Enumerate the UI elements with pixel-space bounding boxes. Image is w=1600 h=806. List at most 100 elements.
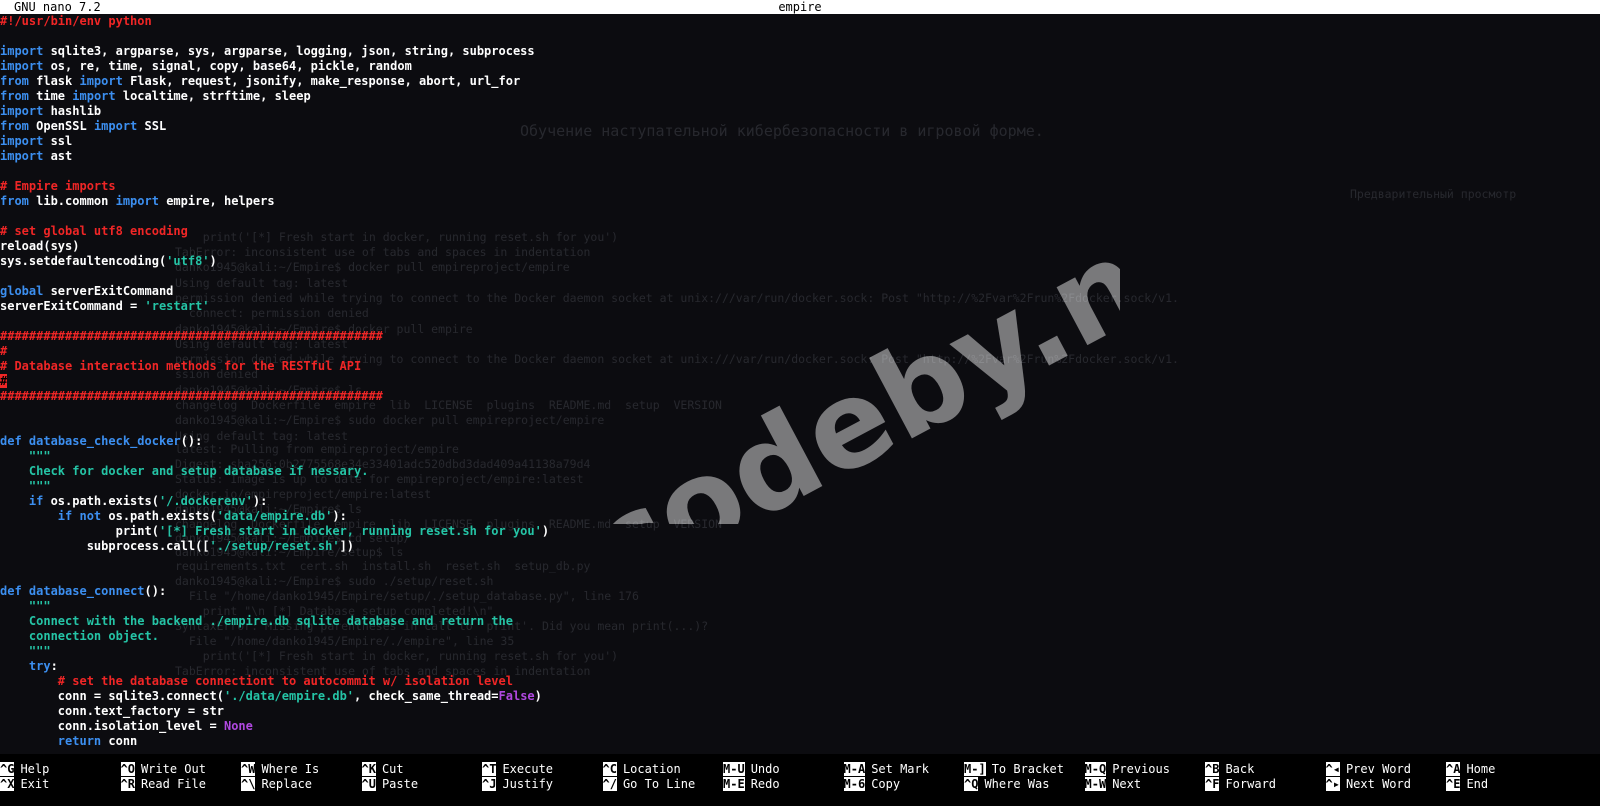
shortcut-key: ^◂ — [1325, 762, 1340, 776]
code-token: from — [0, 119, 29, 133]
shortcut-label: Home — [1466, 762, 1496, 776]
code-token: subprocess.call([ — [0, 539, 210, 553]
shortcut-forward[interactable]: ^F Forward — [1205, 777, 1276, 792]
code-line: Check for docker and setup database if n… — [0, 464, 1600, 479]
shortcut-next-word[interactable]: ^▸ Next Word — [1325, 777, 1411, 792]
code-line: try: — [0, 659, 1600, 674]
code-line: connection object. — [0, 629, 1600, 644]
shortcut-previous[interactable]: M-Q Previous — [1084, 762, 1170, 777]
shortcut-set-mark[interactable]: M-A Set Mark — [843, 762, 929, 777]
shortcut-where-is[interactable]: ^W Where Is — [241, 762, 319, 777]
code-token: try — [28, 659, 51, 673]
shortcut-justify[interactable]: ^J Justify — [482, 777, 553, 792]
shortcut-redo[interactable]: M-E Redo — [723, 777, 780, 792]
shortcut-label: Exit — [20, 777, 50, 791]
shortcut-copy[interactable]: M-6 Copy — [843, 777, 900, 792]
code-token: conn = sqlite3.connect( — [0, 689, 224, 703]
code-token: import — [0, 104, 44, 118]
editor-area[interactable]: Обучение наступательной кибербезопасност… — [0, 14, 1600, 754]
code-token: Flask, request, jsonify, make_response, … — [122, 74, 521, 88]
shortcut-prev-word[interactable]: ^◂ Prev Word — [1325, 762, 1411, 777]
code-line: import os, re, time, signal, copy, base6… — [0, 59, 1600, 74]
code-line: from OpenSSL import SSL — [0, 119, 1600, 134]
code-token: serverExitCommand — [43, 284, 174, 298]
shortcut-end[interactable]: ^E End — [1446, 777, 1488, 792]
code-token: '/.dockerenv' — [158, 494, 253, 508]
code-token: database_check_docker — [28, 434, 181, 448]
code-line: ########################################… — [0, 329, 1600, 344]
shortcut-location[interactable]: ^C Location — [602, 762, 681, 777]
shortcut-label: Where Was — [984, 777, 1050, 791]
shortcut-label: Previous — [1112, 762, 1170, 776]
code-token: sqlite3, argparse, sys, argparse, loggin… — [43, 44, 535, 58]
code-token: '[*] Fresh start in docker, running rese… — [158, 524, 542, 538]
shortcut-cut[interactable]: ^K Cut — [361, 762, 404, 777]
code-buffer[interactable]: #!/usr/bin/env python import sqlite3, ar… — [0, 14, 1600, 749]
code-line: from time import localtime, strftime, sl… — [0, 89, 1600, 104]
shortcut-execute[interactable]: ^T Execute — [482, 762, 553, 777]
code-line: import sqlite3, argparse, sys, argparse,… — [0, 44, 1600, 59]
shortcut-back[interactable]: ^B Back — [1205, 762, 1254, 777]
code-token: ) — [534, 689, 542, 703]
shortcut-undo[interactable]: M-U Undo — [723, 762, 780, 777]
code-token: """ — [0, 449, 51, 463]
shortcut-key: ^B — [1205, 762, 1220, 776]
shortcut-paste[interactable]: ^U Paste — [361, 777, 418, 792]
shortcut-key: M-Q — [1084, 762, 1107, 776]
shortcut-key: ^W — [241, 762, 256, 776]
shortcut-key: ^X — [0, 777, 15, 791]
code-token: 'data/empire.db' — [216, 509, 333, 523]
shortcut-key: M-U — [723, 762, 745, 776]
shortcut-key: ^\ — [241, 777, 256, 791]
code-token: os.path.exists( — [101, 509, 217, 523]
code-token: './data/empire.db' — [223, 689, 355, 703]
code-line: #!/usr/bin/env python — [0, 14, 1600, 29]
shortcut-go-to-line[interactable]: ^/ Go To Line — [602, 777, 695, 792]
shortcut-help[interactable]: ^G Help — [0, 762, 49, 777]
code-token: localtime, strftime, sleep — [115, 89, 311, 103]
shortcut-where-was[interactable]: ^Q Where Was — [964, 777, 1049, 792]
code-token: hashlib — [43, 104, 102, 118]
code-token: Connect with the backend ./empire.db sql… — [0, 614, 513, 628]
code-token: empire, helpers — [158, 194, 275, 208]
code-token: import — [93, 119, 138, 133]
shortcut-label: Execute — [502, 762, 554, 776]
shortcut-replace[interactable]: ^\ Replace — [241, 777, 312, 792]
code-token: import — [72, 89, 116, 103]
code-line: subprocess.call(['./setup/reset.sh']) — [0, 539, 1600, 554]
shortcut-to-bracket[interactable]: M-] To Bracket — [964, 762, 1064, 777]
shortcut-key: ^R — [120, 777, 135, 791]
shortcut-label: Write Out — [140, 762, 206, 776]
code-token: lib.common — [28, 194, 116, 208]
shortcut-label: Next Word — [1345, 777, 1411, 791]
shortcut-exit[interactable]: ^X Exit — [0, 777, 49, 792]
code-line: import hashlib — [0, 104, 1600, 119]
code-token: , check_same_thread= — [354, 689, 499, 703]
code-token: database_connect — [28, 584, 145, 598]
shortcut-key: M-A — [843, 762, 866, 776]
code-token: Check for docker and setup database if n… — [0, 464, 369, 478]
shortcut-next[interactable]: M-W Next — [1084, 777, 1141, 792]
shortcut-home[interactable]: ^A Home — [1446, 762, 1495, 777]
code-token: False — [498, 689, 535, 703]
shortcut-write-out[interactable]: ^O Write Out — [120, 762, 206, 777]
shortcut-read-file[interactable]: ^R Read File — [120, 777, 206, 792]
shortcut-key: ^Q — [964, 777, 979, 791]
code-token: if not — [57, 509, 102, 523]
code-token: import — [115, 194, 159, 208]
code-token: ast — [43, 149, 73, 163]
code-token: # Empire imports — [0, 179, 116, 193]
code-token: reload(sys) — [0, 239, 80, 253]
shortcut-key: M-6 — [843, 777, 866, 791]
code-token: conn.text_factory = str — [0, 704, 224, 718]
shortcut-bar: ^G Help ^X Exit ^O Write Out ^R Read File ^W Wher… — [0, 762, 1600, 798]
code-line: if not os.path.exists('data/empire.db'): — [0, 509, 1600, 524]
shortcut-key: ^J — [482, 777, 497, 791]
code-token: 'restart' — [144, 299, 210, 313]
code-token: : — [50, 659, 58, 673]
code-token: serverExitCommand = — [0, 299, 145, 313]
code-token: flask — [28, 74, 80, 88]
